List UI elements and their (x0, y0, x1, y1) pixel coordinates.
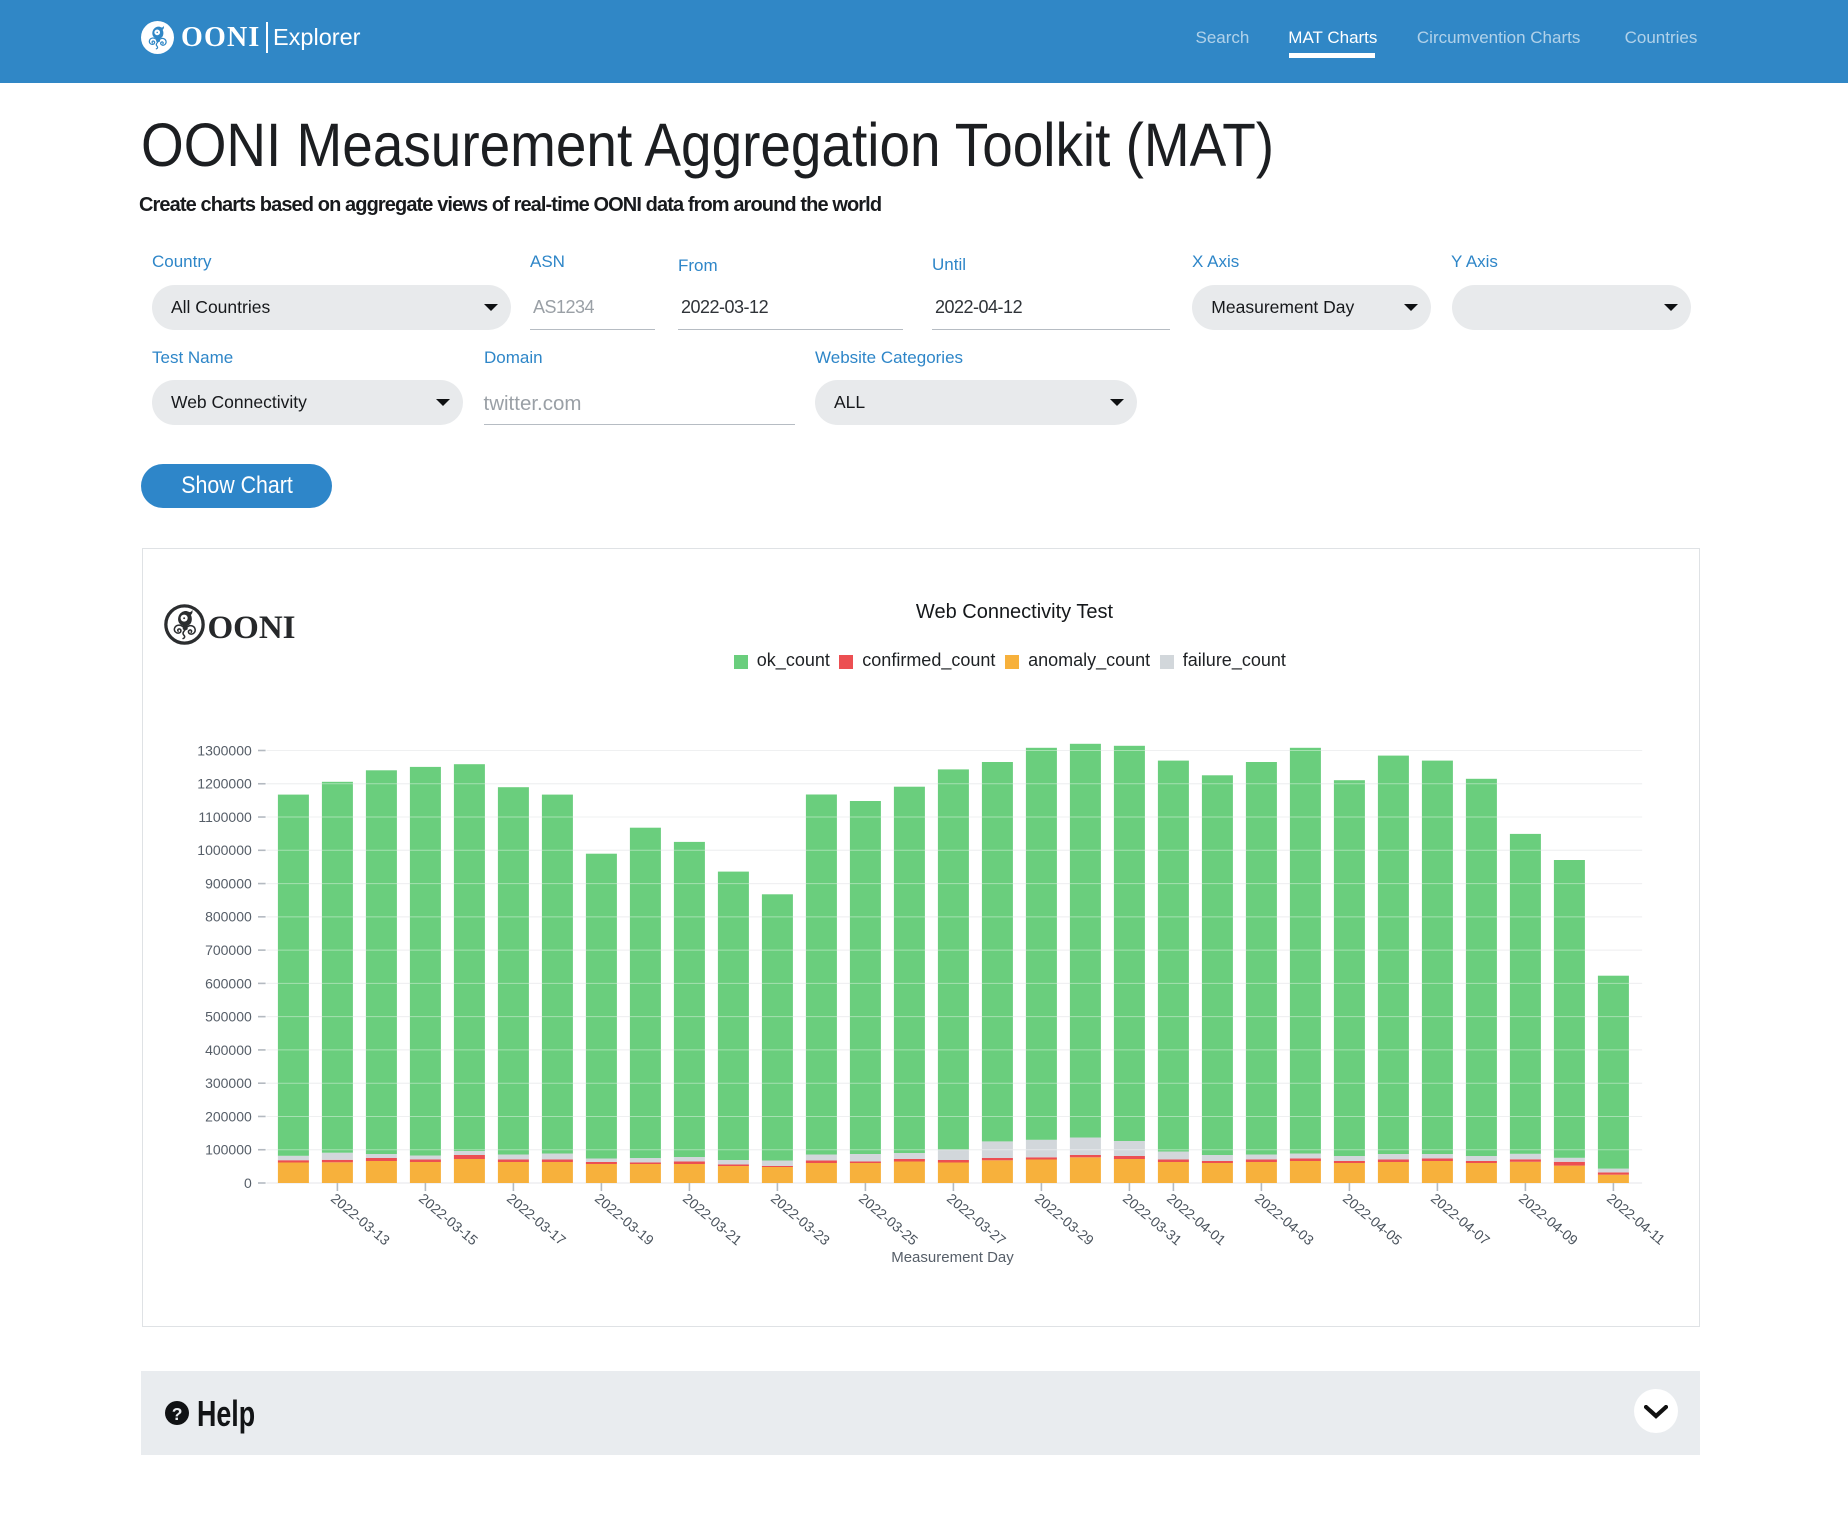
svg-text:900000: 900000 (205, 875, 252, 891)
svg-text:2022-03-19: 2022-03-19 (591, 1190, 656, 1248)
svg-text:500000: 500000 (205, 1009, 252, 1025)
svg-text:2022-03-15: 2022-03-15 (415, 1190, 480, 1248)
svg-text:1300000: 1300000 (197, 742, 252, 758)
svg-text:2022-04-03: 2022-04-03 (1251, 1190, 1316, 1248)
svg-text:700000: 700000 (205, 942, 252, 958)
svg-text:2022-04-05: 2022-04-05 (1339, 1190, 1404, 1248)
svg-text:600000: 600000 (205, 975, 252, 991)
svg-text:2022-04-11: 2022-04-11 (1603, 1190, 1668, 1248)
svg-text:Measurement Day: Measurement Day (891, 1249, 1014, 1266)
svg-text:2022-03-29: 2022-03-29 (1031, 1190, 1096, 1248)
svg-text:0: 0 (244, 1175, 252, 1191)
svg-text:2022-03-13: 2022-03-13 (327, 1190, 392, 1248)
svg-text:400000: 400000 (205, 1042, 252, 1058)
svg-text:2022-03-17: 2022-03-17 (503, 1190, 568, 1248)
svg-text:2022-03-23: 2022-03-23 (767, 1190, 832, 1248)
svg-text:2022-03-25: 2022-03-25 (855, 1190, 920, 1248)
svg-text:100000: 100000 (205, 1142, 252, 1158)
svg-text:2022-04-09: 2022-04-09 (1515, 1190, 1580, 1248)
svg-text:800000: 800000 (205, 909, 252, 925)
svg-text:200000: 200000 (205, 1108, 252, 1124)
svg-text:1000000: 1000000 (197, 842, 252, 858)
svg-text:2022-03-27: 2022-03-27 (943, 1190, 1008, 1248)
svg-text:1100000: 1100000 (198, 809, 252, 825)
svg-text:1200000: 1200000 (197, 776, 252, 792)
svg-text:300000: 300000 (205, 1075, 252, 1091)
svg-text:2022-04-07: 2022-04-07 (1427, 1190, 1492, 1248)
svg-text:2022-03-21: 2022-03-21 (679, 1190, 744, 1248)
